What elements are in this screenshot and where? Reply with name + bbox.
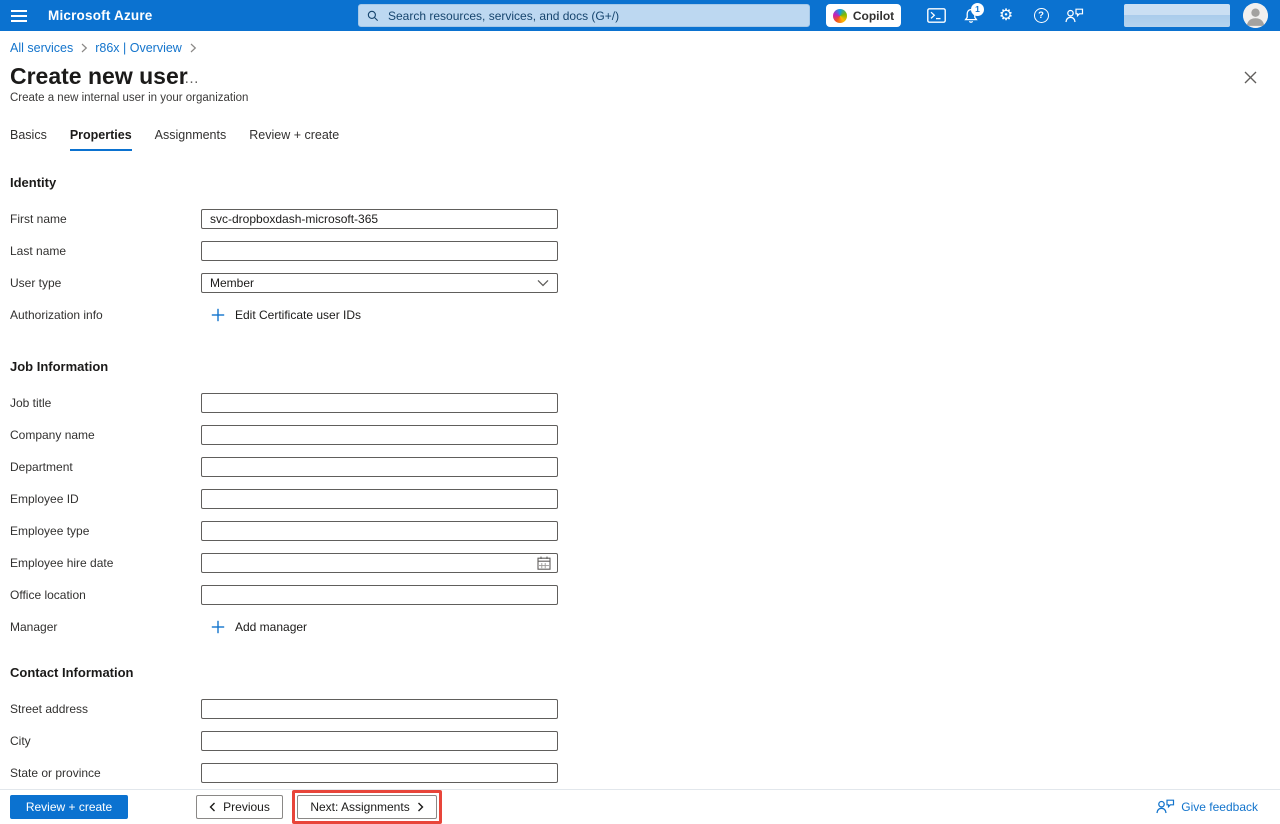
field-row-state-or-province: State or province bbox=[10, 757, 770, 789]
last-name-field[interactable] bbox=[201, 241, 558, 261]
chevron-left-icon bbox=[209, 802, 216, 812]
last-name-label: Last name bbox=[10, 244, 201, 258]
field-row-company-name: Company name bbox=[10, 419, 770, 451]
employee-hire-date-label: Employee hire date bbox=[10, 556, 201, 570]
notification-badge: 1 bbox=[971, 3, 984, 16]
employee-hire-date-input[interactable] bbox=[210, 555, 537, 571]
employee-type-label: Employee type bbox=[10, 524, 201, 538]
field-row-office-location: Office location bbox=[10, 579, 770, 611]
field-row-last-name: Last name bbox=[10, 235, 770, 267]
search-input[interactable] bbox=[386, 8, 801, 24]
field-row-manager: Manager Add manager bbox=[10, 611, 770, 643]
section-contact-information: Contact Information bbox=[10, 665, 770, 681]
field-row-street-address: Street address bbox=[10, 693, 770, 725]
search-icon bbox=[367, 10, 379, 22]
company-name-field[interactable] bbox=[201, 425, 558, 445]
chevron-right-icon bbox=[189, 43, 197, 53]
office-location-label: Office location bbox=[10, 588, 201, 602]
section-identity: Identity bbox=[10, 175, 770, 191]
breadcrumb: All services r86x | Overview bbox=[10, 41, 197, 55]
user-type-label: User type bbox=[10, 276, 201, 290]
hamburger-menu-icon[interactable] bbox=[0, 0, 38, 31]
job-title-label: Job title bbox=[10, 396, 201, 410]
tab-basics[interactable]: Basics bbox=[10, 128, 47, 151]
city-field[interactable] bbox=[201, 731, 558, 751]
feedback-icon[interactable] bbox=[1059, 0, 1089, 31]
account-info-redacted[interactable] bbox=[1124, 4, 1230, 27]
global-search[interactable] bbox=[358, 4, 810, 27]
user-type-select[interactable]: Member bbox=[201, 273, 558, 293]
top-bar: Microsoft Azure Copilot 1 ⚙ ? bbox=[0, 0, 1280, 31]
tab-review-create[interactable]: Review + create bbox=[249, 128, 339, 151]
employee-id-label: Employee ID bbox=[10, 492, 201, 506]
first-name-label: First name bbox=[10, 212, 201, 226]
field-row-employee-hire-date: Employee hire date bbox=[10, 547, 770, 579]
field-row-employee-type: Employee type bbox=[10, 515, 770, 547]
copilot-button[interactable]: Copilot bbox=[826, 4, 901, 27]
give-feedback-link[interactable]: Give feedback bbox=[1155, 799, 1258, 814]
field-row-user-type: User type Member bbox=[10, 267, 770, 299]
authorization-info-label: Authorization info bbox=[10, 308, 201, 322]
page-subtitle: Create a new internal user in your organ… bbox=[10, 92, 248, 104]
next-assignments-button[interactable]: Next: Assignments bbox=[297, 795, 437, 819]
street-address-field[interactable] bbox=[201, 699, 558, 719]
plus-icon bbox=[211, 620, 225, 634]
state-or-province-field[interactable] bbox=[201, 763, 558, 783]
chevron-down-icon bbox=[537, 279, 549, 287]
office-location-field[interactable] bbox=[201, 585, 558, 605]
state-or-province-label: State or province bbox=[10, 766, 201, 780]
field-row-first-name: First name bbox=[10, 203, 770, 235]
annotation-highlight: Next: Assignments bbox=[292, 790, 442, 824]
section-job-information: Job Information bbox=[10, 359, 770, 375]
cloud-shell-icon[interactable] bbox=[921, 0, 951, 31]
notifications-bell-icon[interactable]: 1 bbox=[956, 0, 986, 31]
help-icon[interactable]: ? bbox=[1026, 0, 1056, 31]
settings-gear-icon[interactable]: ⚙ bbox=[991, 0, 1021, 31]
chevron-right-icon bbox=[80, 43, 88, 53]
review-create-button[interactable]: Review + create bbox=[10, 795, 128, 819]
company-name-label: Company name bbox=[10, 428, 201, 442]
manager-label: Manager bbox=[10, 620, 201, 634]
plus-icon bbox=[211, 308, 225, 322]
field-row-city: City bbox=[10, 725, 770, 757]
street-address-label: Street address bbox=[10, 702, 201, 716]
wizard-tabs: Basics Properties Assignments Review + c… bbox=[10, 128, 339, 151]
previous-button[interactable]: Previous bbox=[196, 795, 283, 819]
more-options-icon[interactable]: … bbox=[184, 70, 200, 87]
user-type-value: Member bbox=[210, 276, 254, 290]
edit-certificate-user-ids-link[interactable]: Edit Certificate user IDs bbox=[211, 308, 361, 322]
department-field[interactable] bbox=[201, 457, 558, 477]
field-row-authorization-info: Authorization info Edit Certificate user… bbox=[10, 299, 770, 331]
field-row-job-title: Job title bbox=[10, 387, 770, 419]
employee-hire-date-field[interactable] bbox=[201, 553, 558, 573]
first-name-field[interactable] bbox=[201, 209, 558, 229]
close-icon[interactable] bbox=[1241, 68, 1259, 86]
breadcrumb-all-services[interactable]: All services bbox=[10, 41, 73, 55]
feedback-icon bbox=[1155, 799, 1175, 814]
department-label: Department bbox=[10, 460, 201, 474]
city-label: City bbox=[10, 734, 201, 748]
job-title-field[interactable] bbox=[201, 393, 558, 413]
page-title: Create new user bbox=[10, 63, 188, 90]
employee-id-field[interactable] bbox=[201, 489, 558, 509]
field-row-employee-id: Employee ID bbox=[10, 483, 770, 515]
calendar-icon[interactable] bbox=[537, 556, 551, 570]
copilot-icon bbox=[833, 9, 847, 23]
properties-form: Identity First name Last name User type … bbox=[10, 175, 770, 789]
tab-properties[interactable]: Properties bbox=[70, 128, 132, 151]
breadcrumb-r86x-overview[interactable]: r86x | Overview bbox=[95, 41, 182, 55]
employee-type-field[interactable] bbox=[201, 521, 558, 541]
avatar[interactable] bbox=[1243, 3, 1268, 28]
field-row-department: Department bbox=[10, 451, 770, 483]
chevron-right-icon bbox=[417, 802, 424, 812]
wizard-footer: Review + create Previous Next: Assignmen… bbox=[0, 789, 1280, 823]
tab-assignments[interactable]: Assignments bbox=[155, 128, 227, 151]
azure-brand[interactable]: Microsoft Azure bbox=[48, 0, 153, 31]
add-manager-link[interactable]: Add manager bbox=[211, 620, 307, 634]
